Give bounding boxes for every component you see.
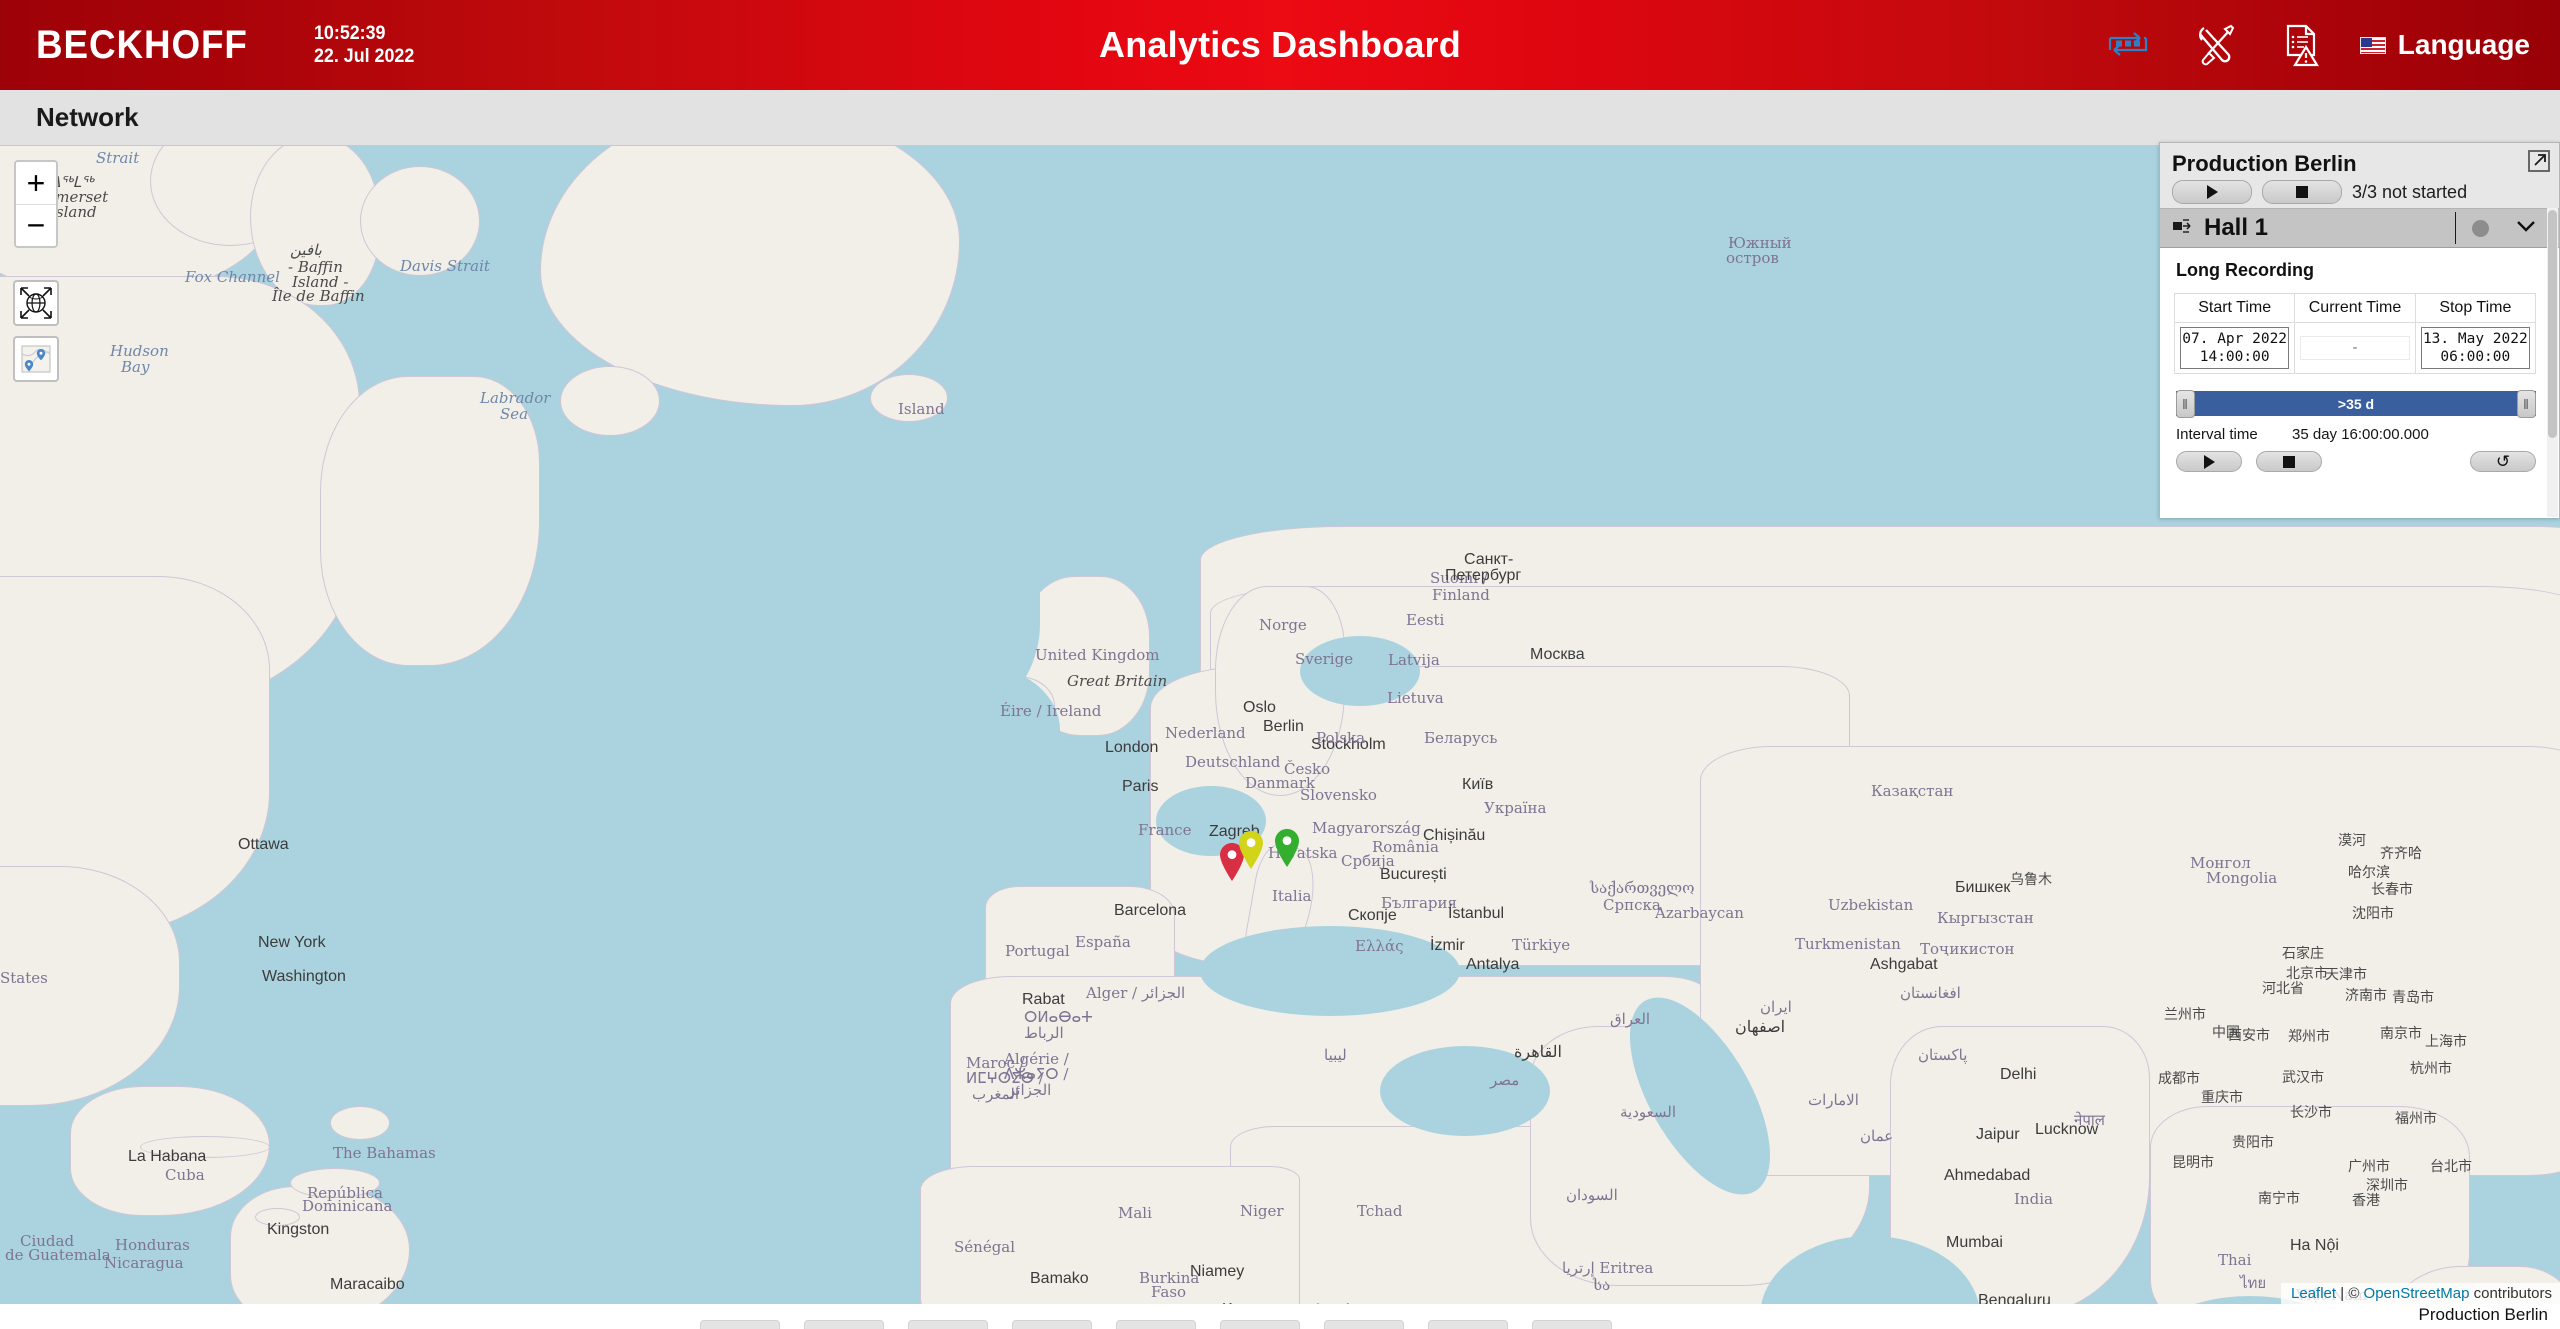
panel-body: Long Recording Start Time Current Time S… [2160, 248, 2559, 518]
header-time: 10:52:39 [314, 22, 386, 44]
toolbar-button[interactable] [1116, 1320, 1196, 1329]
map-label: остров [1726, 249, 1779, 267]
osm-link[interactable]: OpenStreetMap [2364, 1285, 2470, 1302]
node-name: Hall 1 [2204, 214, 2269, 241]
progress-bar: >35 d [2176, 391, 2536, 417]
map-label: Honduras [115, 1236, 190, 1254]
header-clock: 10:52:39 22. Jul 2022 [314, 22, 414, 68]
chevron-down-icon[interactable] [2515, 219, 2537, 238]
toolbar-button[interactable] [908, 1320, 988, 1329]
play-icon [2206, 185, 2218, 199]
map-label: Южный [1728, 234, 1792, 252]
toolbar-button[interactable] [1012, 1320, 1092, 1329]
beckhoff-logo: BECKHOFF [36, 22, 248, 67]
col-current-time: Current Time [2294, 293, 2416, 323]
panel-title: Production Berlin [2172, 151, 2357, 176]
table-header-row: Start Time Current Time Stop Time [2173, 293, 2537, 323]
node-row-right [2455, 209, 2555, 247]
panel-status: 3/3 not started [2352, 181, 2468, 202]
play-button[interactable] [2176, 451, 2242, 473]
recording-range-slider[interactable]: >35 d ‖ ‖ [2176, 390, 2536, 419]
node-device-icon [2172, 216, 2194, 241]
toolbar-button[interactable] [1324, 1320, 1404, 1329]
attrib-copy: © [2348, 1285, 2364, 1302]
data-flow-icon[interactable] [2102, 19, 2154, 71]
range-handle-right[interactable]: ‖ [2517, 390, 2536, 419]
app-header: BECKHOFF 10:52:39 22. Jul 2022 Analytics… [0, 0, 2560, 90]
play-icon [2203, 454, 2215, 469]
zoom-out-button[interactable]: − [16, 204, 56, 246]
panel-scrollbar-thumb[interactable] [2548, 210, 2557, 438]
bottom-toolbar [0, 1320, 2560, 1329]
start-time-value[interactable]: 07. Apr 2022 14:00:00 [2180, 327, 2290, 370]
cell-start-time: 07. Apr 2022 14:00:00 [2173, 321, 2296, 375]
panel-stop-button[interactable] [2262, 180, 2342, 204]
divider [2455, 212, 2456, 244]
map-attribution: Leaflet | © OpenStreetMap contributors [2281, 1283, 2560, 1304]
toolbar-button[interactable] [804, 1320, 884, 1329]
recording-times-table: Start Time Current Time Stop Time 07. Ap… [2173, 293, 2537, 375]
attrib-sep: | [2336, 1285, 2349, 1302]
table-row: 07. Apr 2022 14:00:00 - 13. May 2022 06:00… [2173, 321, 2537, 375]
reset-button[interactable]: ↺ [2470, 451, 2536, 473]
marker-green[interactable] [1274, 828, 1300, 873]
map-label: de Guatemala [5, 1246, 111, 1264]
language-selector[interactable]: Language [2359, 29, 2536, 61]
reset-icon: ↺ [2495, 452, 2511, 472]
header-date: 22. Jul 2022 [314, 46, 415, 67]
status-dot [2472, 219, 2489, 237]
tools-icon[interactable] [2188, 19, 2240, 71]
toolbar-button[interactable] [1428, 1320, 1508, 1329]
attrib-tail: contributors [2469, 1285, 2552, 1302]
current-time-value: - [2300, 336, 2410, 361]
interval-time-value: 35 day 16:00:00.000 [2292, 426, 2429, 444]
section-title: Long Recording [2176, 260, 2314, 280]
header-actions: Language [2102, 0, 2536, 90]
interval-time-row: Interval time 35 day 16:00:00.000 [2176, 426, 2545, 443]
panel-play-button[interactable] [2172, 180, 2252, 204]
map-label: Washington [262, 968, 346, 985]
map-label: Ciudad [20, 1232, 75, 1250]
panel-scrollbar[interactable] [2547, 208, 2558, 517]
col-stop-time: Stop Time [2414, 293, 2537, 323]
progress-label: >35 d [2337, 395, 2375, 412]
map-label: New York [258, 934, 326, 951]
panel-transport-controls: 3/3 not started [2172, 180, 2547, 204]
us-flag-icon [2359, 36, 2386, 54]
map-zoom-controls: + − [14, 160, 58, 248]
recording-panel: Production Berlin 3/3 not started Hall 1… [2159, 142, 2560, 518]
node-row-hall-1[interactable]: Hall 1 [2160, 208, 2559, 248]
toolbar-button[interactable] [700, 1320, 780, 1329]
toolbar-button[interactable] [1220, 1320, 1300, 1329]
zoom-in-button[interactable]: + [16, 162, 56, 204]
range-handle-left[interactable]: ‖ [2176, 390, 2195, 419]
language-label: Language [2397, 29, 2530, 60]
stop-button[interactable] [2256, 451, 2322, 473]
stop-time-value[interactable]: 13. May 2022 06:00:00 [2420, 327, 2530, 370]
globe-fit-icon[interactable] [13, 280, 59, 326]
toolbar-button[interactable] [1532, 1320, 1612, 1329]
stop-icon [2283, 455, 2295, 468]
map-label: The Bahamas [333, 1144, 436, 1162]
marker-yellow[interactable] [1238, 830, 1264, 875]
panel-bottom-controls: ↺ [2176, 451, 2536, 473]
interval-time-label: Interval time [2176, 426, 2258, 444]
leaflet-link[interactable]: Leaflet [2291, 1285, 2336, 1302]
cell-stop-time: 13. May 2022 06:00:00 [2414, 321, 2537, 375]
handle-grip-icon: ‖ [2182, 396, 2189, 413]
map-pins-icon[interactable] [13, 336, 59, 382]
stop-icon [2296, 186, 2308, 198]
tab-network[interactable]: Network [36, 102, 139, 133]
handle-grip-icon: ‖ [2523, 396, 2530, 413]
map-label: Nicaragua [104, 1254, 184, 1272]
report-warning-icon[interactable] [2274, 19, 2326, 71]
cell-current-time: - [2294, 321, 2416, 375]
tab-bar: Network [0, 90, 2560, 146]
panel-header: Production Berlin 3/3 not started [2160, 143, 2559, 208]
col-start-time: Start Time [2173, 293, 2296, 323]
expand-window-icon[interactable] [2527, 149, 2551, 173]
